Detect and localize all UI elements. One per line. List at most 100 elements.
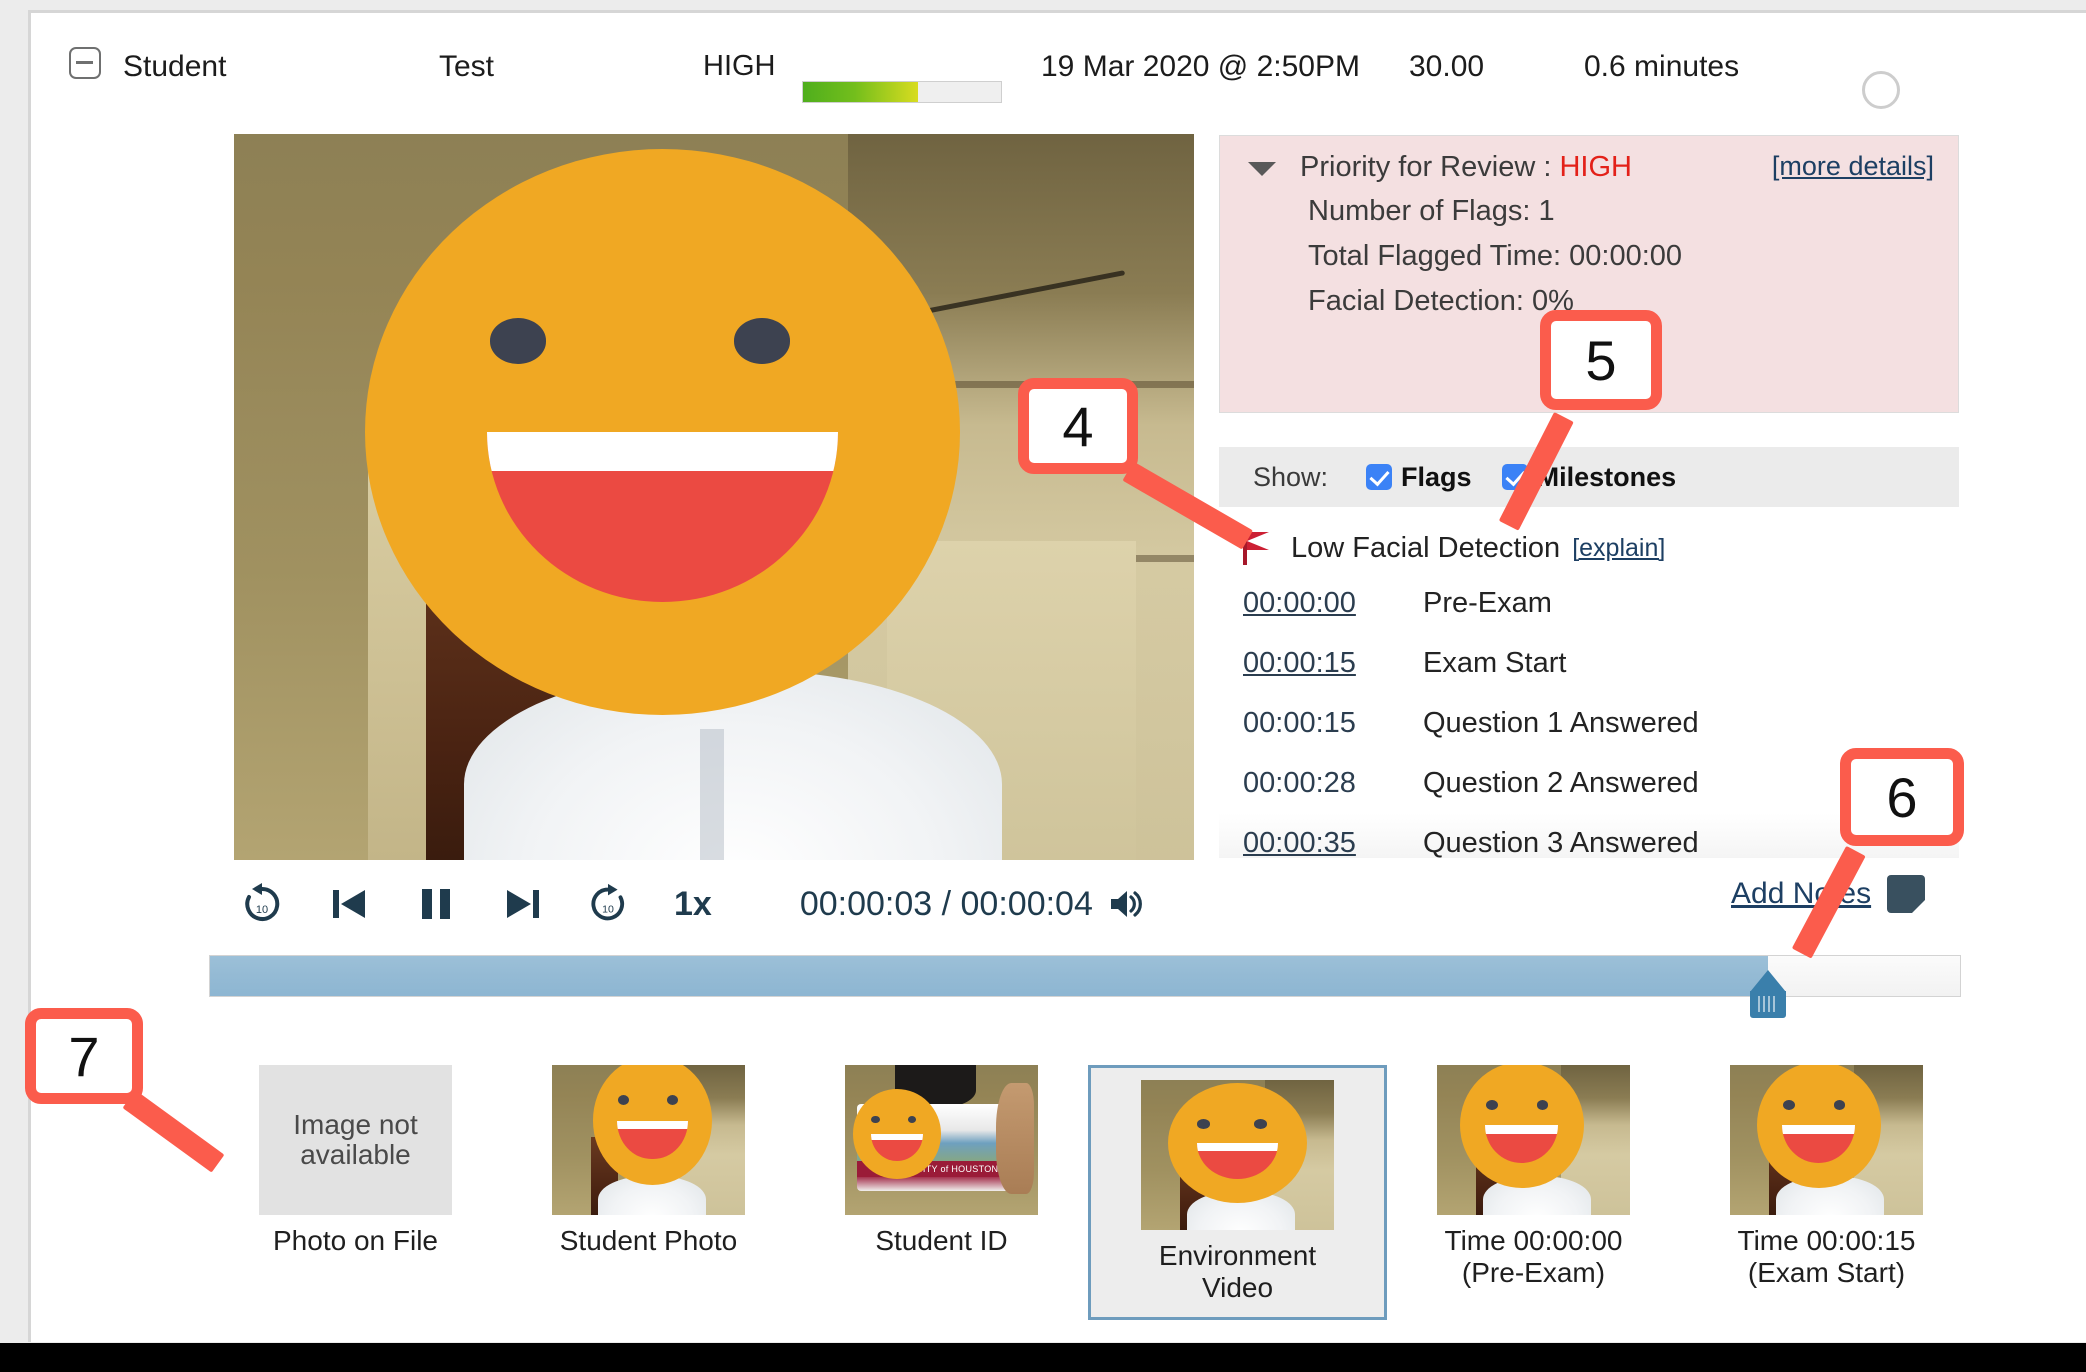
skip-next-icon[interactable] (500, 882, 546, 926)
forward-10-icon[interactable]: 10 (584, 879, 632, 929)
priority-title: Priority for Review : HIGH (1300, 151, 1632, 184)
smiley-face-overlay-icon (364, 148, 960, 715)
milestone-label: Question 2 Answered (1423, 766, 1699, 799)
smiley-eye-left (489, 318, 547, 364)
caret-down-icon[interactable] (1248, 162, 1276, 176)
spinner-circle-icon (1862, 71, 1900, 109)
note-page-icon[interactable] (1887, 875, 1926, 913)
playback-speed-button[interactable]: 1x (674, 885, 712, 924)
milestone-time[interactable]: 00:00:35 (1243, 827, 1403, 859)
milestone-label: Question 3 Answered (1423, 826, 1699, 859)
milestone-label: Exam Start (1423, 646, 1567, 679)
smiley-eye-right (1254, 1119, 1268, 1129)
callout-number: 7 (25, 1008, 143, 1104)
session-score: 30.00 (1409, 50, 1485, 83)
risk-meter-fill (803, 82, 918, 102)
playback-time-display: 00:00:03 / 00:00:04 (799, 884, 1093, 923)
number-of-flags: Number of Flags: 1 (1308, 195, 1555, 227)
replay-10-icon[interactable]: 10 (234, 879, 290, 929)
flags-checkbox-group[interactable]: Flags (1366, 462, 1472, 493)
session-video-player[interactable] (234, 134, 1194, 860)
milestone-row[interactable]: 00:00:15 Exam Start (1219, 633, 1959, 693)
callout-marker-5: 5 (1498, 310, 1662, 531)
video-progress-fill (210, 956, 1768, 996)
smiley-eye-right (666, 1094, 679, 1105)
risk-level-label: HIGH (703, 50, 776, 82)
smiley-face-overlay-icon (852, 1089, 942, 1179)
svg-text:10: 10 (256, 904, 268, 916)
smiley-eye-left (1197, 1119, 1211, 1129)
priority-title-value: HIGH (1559, 151, 1632, 183)
thumbnail-student-id[interactable]: UNIVERSITY of HOUSTON Student ID (795, 1065, 1088, 1257)
smiley-eye-left (1782, 1099, 1795, 1110)
volume-on-icon[interactable] (1105, 884, 1145, 924)
video-controls: 10 10 1x 00:00:03 / 00:00:04 (234, 868, 1194, 940)
risk-meter (802, 81, 1002, 103)
video-subject-collar (699, 729, 724, 860)
smiley-eye-right (1833, 1099, 1846, 1110)
smiley-mouth (486, 431, 838, 602)
smiley-face-overlay-icon (1168, 1083, 1307, 1203)
thumbnail-caption: Student ID (875, 1225, 1008, 1256)
student-name: Student (123, 50, 227, 83)
flags-checkbox[interactable] (1366, 464, 1393, 490)
page-bottom-bar (0, 1343, 2086, 1372)
milestone-time[interactable]: 00:00:28 (1243, 767, 1403, 800)
thumbnail-environment-video[interactable]: Environment Video (1088, 1065, 1387, 1320)
thumbnail-image (1141, 1080, 1334, 1230)
minus-square-icon[interactable] (69, 47, 101, 79)
callout-number: 5 (1540, 310, 1662, 410)
image-not-available-placeholder: Image not available (259, 1065, 452, 1215)
callout-marker-7: 7 (25, 1008, 225, 1173)
milestone-label: Pre-Exam (1423, 586, 1552, 619)
smiley-mouth (870, 1134, 924, 1161)
smiley-mouth (1485, 1125, 1559, 1163)
thumbnail-image (1730, 1065, 1923, 1215)
thumbnail-image (1437, 1065, 1630, 1215)
thumbnail-caption: Environment Video (1158, 1240, 1317, 1304)
pause-icon[interactable] (414, 882, 458, 926)
placeholder-text: Image not available (293, 1108, 418, 1170)
priority-title-prefix: Priority for Review : (1300, 151, 1560, 183)
thumbnail-student-photo[interactable]: Student Photo (502, 1065, 795, 1257)
smiley-mouth (1196, 1143, 1279, 1179)
callout-marker-4: 4 (1018, 378, 1254, 550)
milestone-row[interactable]: 00:00:15 Question 1 Answered (1219, 693, 1959, 753)
page-card: Student Test HIGH 19 Mar 2020 @ 2:50PM 3… (28, 10, 2086, 1342)
smiley-eye-left (617, 1094, 629, 1105)
milestone-time[interactable]: 00:00:00 (1243, 587, 1403, 620)
session-header: Student Test HIGH 19 Mar 2020 @ 2:50PM 3… (31, 33, 2086, 109)
smiley-eye-right (1536, 1099, 1549, 1110)
smiley-face-overlay-icon (1757, 1065, 1881, 1188)
show-label: Show: (1253, 461, 1329, 492)
milestone-row[interactable]: 00:00:00 Pre-Exam (1219, 573, 1959, 633)
skip-previous-icon[interactable] (326, 882, 372, 926)
thumbnail-caption: Time 00:00:00 (Pre-Exam) (1444, 1225, 1623, 1289)
handle-body (1749, 991, 1786, 1018)
video-progress-bar[interactable] (209, 955, 1961, 1018)
flags-checkbox-label: Flags (1401, 461, 1472, 492)
flag-row[interactable]: Low Facial Detection [explain] (1219, 525, 1959, 571)
total-flagged-time: Total Flagged Time: 00:00:00 (1308, 240, 1683, 272)
thumb-hand (995, 1083, 1035, 1194)
smiley-eye-left (1486, 1099, 1498, 1110)
milestone-time[interactable]: 00:00:15 (1243, 707, 1403, 740)
thumbnail-time-pre-exam[interactable]: Time 00:00:00 (Pre-Exam) (1387, 1065, 1680, 1290)
smiley-eye-right (733, 318, 791, 364)
smiley-face-overlay-icon (1460, 1065, 1584, 1188)
thumbnail-photo-on-file[interactable]: Image not available Photo on File (209, 1065, 502, 1257)
video-progress-handle[interactable] (1747, 970, 1789, 1018)
thumbnail-image (552, 1065, 745, 1215)
more-details-link[interactable]: [more details] (1772, 151, 1934, 182)
session-duration: 0.6 minutes (1584, 50, 1740, 83)
milestone-time[interactable]: 00:00:15 (1243, 647, 1403, 680)
thumbnail-time-exam-start[interactable]: Time 00:00:15 (Exam Start) (1680, 1065, 1973, 1290)
thumbnail-caption: Photo on File (273, 1225, 438, 1256)
thumbnail-image: UNIVERSITY of HOUSTON (845, 1065, 1038, 1215)
session-date: 19 Mar 2020 @ 2:50PM (1041, 50, 1360, 83)
explain-link[interactable]: [explain] (1572, 534, 1665, 563)
handle-tip (1749, 970, 1786, 992)
thumbnail-caption: Student Photo (559, 1225, 738, 1256)
svg-text:10: 10 (602, 904, 614, 916)
flag-label: Low Facial Detection (1291, 531, 1561, 564)
